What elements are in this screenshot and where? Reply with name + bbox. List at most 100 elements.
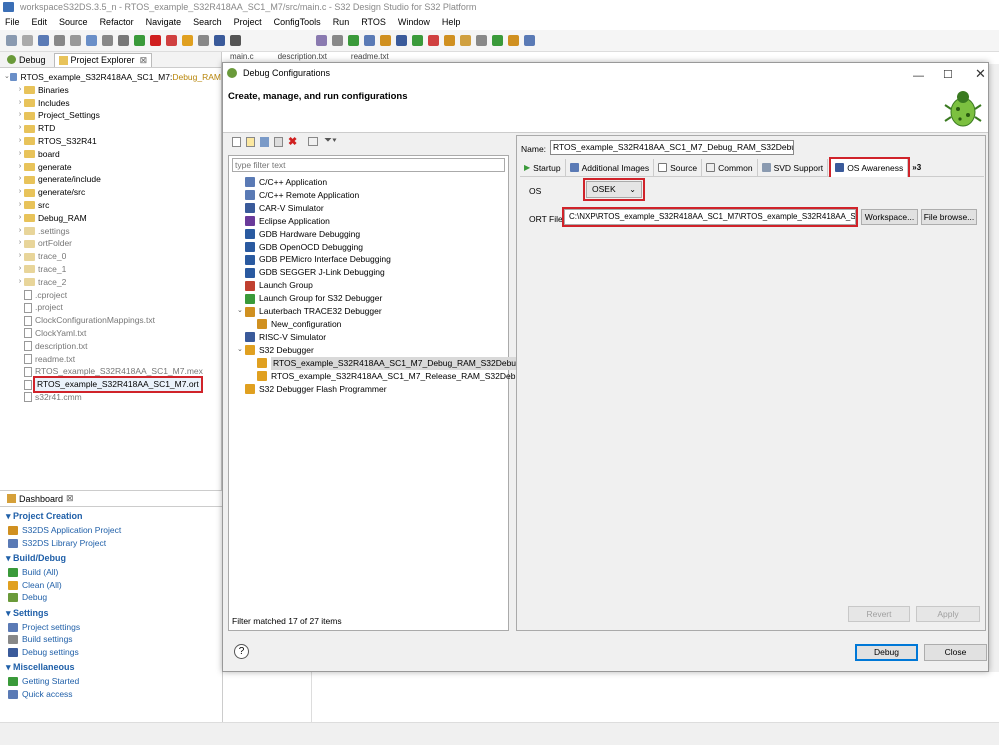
toolbar-button-icon[interactable] <box>54 35 65 46</box>
chevron-down-icon[interactable]: ▾ <box>6 553 13 563</box>
name-field[interactable]: RTOS_example_S32R418AA_SC1_M7_Debug_RAM_… <box>550 140 794 155</box>
tab-project-explorer[interactable]: Project Explorer ⊠ <box>53 52 153 67</box>
tab-svd-support[interactable]: SVD Support <box>758 158 829 177</box>
editor-tab[interactable]: description.txt <box>278 52 327 61</box>
tree-item[interactable]: › Debug_RAM <box>0 212 221 225</box>
tree-item[interactable]: › trace_1 <box>0 263 221 276</box>
toolbar-button-icon[interactable] <box>428 35 439 46</box>
toolbar-button-icon[interactable] <box>396 35 407 46</box>
config-type-item[interactable]: ⌄ S32 Debugger <box>237 344 525 357</box>
config-type-item[interactable]: New_configuration <box>237 318 525 331</box>
menu-help[interactable]: Help <box>442 14 461 30</box>
menu-navigate[interactable]: Navigate <box>146 14 182 30</box>
tab-debug[interactable]: Debug <box>3 54 50 66</box>
tree-item[interactable]: › generate/include <box>0 173 221 186</box>
maximize-button[interactable]: ☐ <box>943 65 953 85</box>
toolbar-button-icon[interactable] <box>134 35 145 46</box>
dashboard-link[interactable]: S32DS Library Project <box>0 537 222 550</box>
config-type-item[interactable]: RTOS_example_S32R418AA_SC1_M7_Debug_RAM_… <box>237 356 525 370</box>
tree-item[interactable]: › board <box>0 148 221 161</box>
chevron-right-icon[interactable]: › <box>16 186 24 199</box>
tree-item[interactable]: › generate/src <box>0 186 221 199</box>
tree-item[interactable]: RTOS_example_S32R418AA_SC1_M7.mex <box>0 365 221 378</box>
tree-item[interactable]: description.txt <box>0 340 221 353</box>
tree-item[interactable]: › Binaries <box>0 84 221 97</box>
help-button[interactable]: ? <box>234 644 249 659</box>
toolbar-button-icon[interactable] <box>524 35 535 46</box>
tree-item[interactable]: › src <box>0 199 221 212</box>
dashboard-link[interactable]: Debug settings <box>0 646 222 659</box>
menu-run[interactable]: Run <box>333 14 350 30</box>
dashboard-link[interactable]: Build (All) <box>0 566 222 579</box>
config-type-item[interactable]: C/C++ Application <box>237 176 525 189</box>
tab-source[interactable]: Source <box>654 158 703 177</box>
tree-item[interactable]: › .settings <box>0 225 221 238</box>
dashboard-section-title[interactable]: ▾ Settings <box>0 604 222 621</box>
chevron-right-icon[interactable]: › <box>16 212 24 225</box>
tab-common[interactable]: Common <box>702 158 758 177</box>
tab-os-awareness[interactable]: OS Awareness <box>829 156 911 179</box>
chevron-right-icon[interactable]: › <box>16 225 24 238</box>
chevron-right-icon[interactable]: › <box>16 276 24 289</box>
config-type-item[interactable]: C/C++ Remote Application <box>237 189 525 202</box>
toolbar-button-icon[interactable] <box>6 35 17 46</box>
menu-refactor[interactable]: Refactor <box>100 14 134 30</box>
editor-tab[interactable]: readme.txt <box>351 52 389 61</box>
file-browse-button[interactable]: File browse... <box>921 209 977 225</box>
export-icon[interactable] <box>260 137 269 147</box>
chevron-right-icon[interactable]: › <box>16 97 24 110</box>
tree-item[interactable]: › trace_2 <box>0 276 221 289</box>
dashboard-link[interactable]: Getting Started <box>0 675 222 688</box>
config-type-item[interactable]: RTOS_example_S32R418AA_SC1_M7_Release_RA… <box>237 370 525 383</box>
ort-file-field[interactable]: C:\NXP\RTOS_example_S32R418AA_SC1_M7\RTO… <box>562 207 858 227</box>
toolbar-button-icon[interactable] <box>316 35 327 46</box>
chevron-right-icon[interactable]: › <box>16 109 24 122</box>
chevron-right-icon[interactable]: › <box>16 135 24 148</box>
dashboard-link[interactable]: S32DS Application Project <box>0 524 222 537</box>
duplicate-icon[interactable] <box>274 137 283 147</box>
chevron-right-icon[interactable]: › <box>16 84 24 97</box>
apply-button[interactable]: Apply <box>916 606 980 622</box>
project-root[interactable]: ⌄ RTOS_example_S32R418AA_SC1_M7: Debug_R… <box>0 71 221 84</box>
config-type-item[interactable]: RISC-V Simulator <box>237 331 525 344</box>
toolbar-button-icon[interactable] <box>102 35 113 46</box>
filter-icon[interactable]: ⏷▾ <box>324 135 337 146</box>
menu-source[interactable]: Source <box>59 14 88 30</box>
chevron-down-icon[interactable]: ⌄ <box>4 71 10 84</box>
toolbar-button-icon[interactable] <box>508 35 519 46</box>
menu-configtools[interactable]: ConfigTools <box>274 14 321 30</box>
tree-item[interactable]: ClockConfigurationMappings.txt <box>0 314 221 327</box>
close-icon[interactable]: ⊠ <box>140 55 148 66</box>
tree-item[interactable]: RTOS_example_S32R418AA_SC1_M7.ort <box>0 376 221 393</box>
toolbar-button-icon[interactable] <box>492 35 503 46</box>
chevron-down-icon[interactable]: ⌄ <box>237 344 245 357</box>
delete-icon[interactable]: ✖ <box>288 135 297 148</box>
config-type-item[interactable]: S32 Debugger Flash Programmer <box>237 383 525 396</box>
tree-item[interactable]: › RTOS_S32R41 <box>0 135 221 148</box>
close-icon[interactable]: ⊠ <box>66 493 74 504</box>
chevron-right-icon[interactable]: › <box>16 199 24 212</box>
toolbar-button-icon[interactable] <box>118 35 129 46</box>
toolbar-button-icon[interactable] <box>150 35 161 46</box>
menu-file[interactable]: File <box>5 14 20 30</box>
toolbar-button-icon[interactable] <box>166 35 177 46</box>
toolbar-button-icon[interactable] <box>230 35 241 46</box>
tree-item[interactable]: .project <box>0 301 221 314</box>
menu-edit[interactable]: Edit <box>32 14 48 30</box>
tree-item[interactable]: .cproject <box>0 289 221 302</box>
chevron-down-icon[interactable]: ▾ <box>6 662 13 672</box>
tab-overflow[interactable]: »3 <box>912 163 921 172</box>
close-button[interactable]: ✕ <box>975 64 986 84</box>
new-prototype-icon[interactable] <box>246 137 255 147</box>
toolbar-button-icon[interactable] <box>380 35 391 46</box>
config-type-item[interactable]: Launch Group <box>237 279 525 292</box>
dashboard-link[interactable]: Build settings <box>0 633 222 646</box>
config-type-item[interactable]: CAR-V Simulator <box>237 202 525 215</box>
toolbar-button-icon[interactable] <box>364 35 375 46</box>
tree-item[interactable]: › Project_Settings <box>0 109 221 122</box>
toolbar-button-icon[interactable] <box>412 35 423 46</box>
chevron-right-icon[interactable]: › <box>16 250 24 263</box>
menu-search[interactable]: Search <box>193 14 222 30</box>
tree-item[interactable]: ClockYaml.txt <box>0 327 221 340</box>
config-type-item[interactable]: GDB Hardware Debugging <box>237 228 525 241</box>
